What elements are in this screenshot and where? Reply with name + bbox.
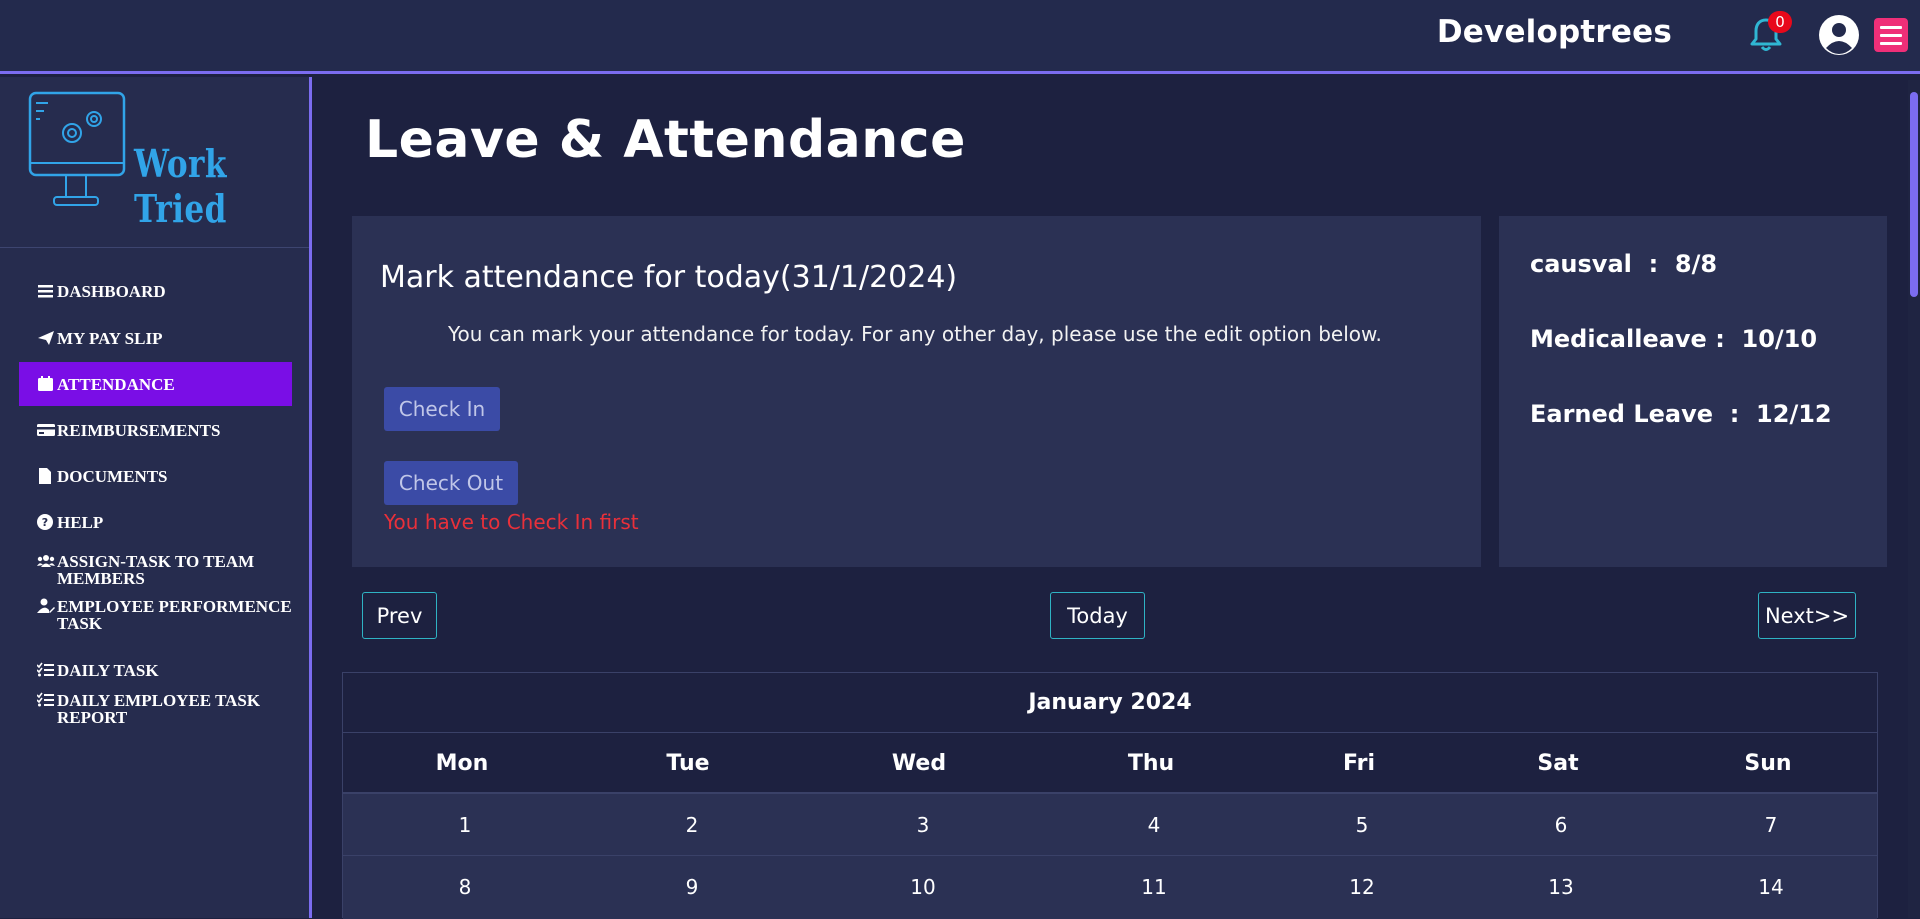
logo-text: Work Tried (134, 141, 227, 231)
sidebar-item-label: ASSIGN-TASK TO TEAM MEMBERS (57, 552, 255, 588)
leave-balance-causval: causval : 8/8 (1530, 250, 1717, 278)
calendar-week-row: 1 2 3 4 5 6 7 (343, 793, 1877, 855)
weekday-name: Thu (1127, 750, 1175, 776)
sidebar-item-help[interactable]: ? HELP (19, 514, 292, 531)
calendar-day-cell[interactable]: 5 (1356, 794, 1369, 856)
logo: Work Tried (26, 89, 286, 231)
user-edit-icon (37, 598, 55, 613)
file-icon (39, 468, 51, 484)
sidebar-item-label: HELP (57, 513, 104, 532)
weekday-name: Fri (1342, 750, 1376, 776)
svg-text:?: ? (42, 516, 48, 529)
sidebar-item-label: DAILY TASK (57, 661, 159, 680)
hamburger-menu-button[interactable] (1874, 18, 1908, 52)
leave-balance-medicalleave: Medicalleave : 10/10 (1530, 325, 1817, 353)
calendar-day-cell[interactable]: 7 (1765, 794, 1778, 856)
calendar-icon (38, 376, 53, 391)
check-out-button[interactable]: Check Out (384, 461, 518, 505)
top-bar: Developtrees 0 (0, 0, 1920, 74)
weekday-name: Sun (1744, 750, 1792, 776)
leave-separator: : (1706, 325, 1742, 353)
sidebar-item-daily-employee-task-report[interactable]: DAILY EMPLOYEE TASK REPORT (19, 692, 292, 726)
calendar-month-title: January 2024 (343, 673, 1877, 733)
sidebar-item-label: EMPLOYEE PERFORMENCE TASK (57, 597, 292, 633)
mark-attendance-description: You can mark your attendance for today. … (448, 322, 1382, 346)
weekday-name: Wed (891, 750, 947, 776)
calendar-prev-button[interactable]: Prev (362, 592, 437, 639)
sidebar-item-employee-performence-task[interactable]: EMPLOYEE PERFORMENCE TASK (19, 598, 292, 632)
calendar-day-cell[interactable]: 10 (910, 856, 935, 918)
sidebar-item-label: REIMBURSEMENTS (57, 421, 221, 440)
sidebar-item-attendance[interactable]: ATTENDANCE (19, 362, 292, 406)
calendar-day-cell[interactable]: 2 (686, 794, 699, 856)
notification-badge: 0 (1768, 11, 1792, 33)
calendar-grid: 1 2 3 4 5 6 7 8 9 10 11 12 13 14 (343, 793, 1877, 919)
check-in-button[interactable]: Check In (384, 387, 500, 431)
calendar-week-row: 8 9 10 11 12 13 14 (343, 855, 1877, 917)
company-name: Developtrees (1436, 14, 1672, 50)
leave-value: 10/10 (1741, 325, 1818, 353)
weekday-name: Sat (1537, 750, 1579, 776)
calendar-day-cell[interactable]: 3 (917, 794, 930, 856)
calendar-day-cell[interactable]: 14 (1758, 856, 1783, 918)
sidebar-item-reimbursements[interactable]: REIMBURSEMENTS (19, 422, 292, 439)
users-icon (37, 555, 55, 567)
page-title: Leave & Attendance (365, 110, 966, 170)
sidebar-item-label: DAILY EMPLOYEE TASK REPORT (57, 691, 261, 727)
calendar-day-cell[interactable]: 13 (1548, 856, 1573, 918)
credit-card-icon (37, 424, 55, 436)
user-avatar-icon[interactable] (1818, 14, 1860, 56)
calendar-weekday-header: Mon Tue Wed Thu Fri Sat Sun (343, 733, 1877, 793)
calendar-day-cell[interactable]: 8 (459, 856, 472, 918)
leave-separator: : (1631, 250, 1675, 278)
sidebar-item-daily-task[interactable]: DAILY TASK (19, 662, 292, 679)
calendar-day-cell[interactable]: 6 (1555, 794, 1568, 856)
sidebar-divider (0, 247, 309, 248)
list-check-icon (37, 692, 54, 707)
check-in-warning: You have to Check In first (384, 510, 639, 534)
calendar-today-button[interactable]: Today (1050, 592, 1145, 639)
sidebar-item-label: DASHBOARD (57, 282, 166, 301)
leave-value: 12/12 (1756, 400, 1832, 428)
calendar-day-cell[interactable]: 9 (686, 856, 699, 918)
leave-balance-earned-leave: Earned Leave : 12/12 (1530, 400, 1832, 428)
weekday-name: Tue (666, 750, 710, 776)
sidebar: Work Tried DASHBOARD MY PAY SLIP ATTENDA… (0, 77, 312, 918)
sidebar-item-label: ATTENDANCE (57, 374, 175, 394)
leave-separator: : (1713, 400, 1757, 428)
calendar-day-cell[interactable]: 1 (459, 794, 472, 856)
sidebar-item-dashboard[interactable]: DASHBOARD (19, 283, 292, 300)
bars-icon (38, 285, 53, 298)
leave-type: Medicalleave (1530, 325, 1707, 353)
leave-type: Earned Leave (1530, 400, 1714, 428)
sidebar-item-assign-task[interactable]: ASSIGN-TASK TO TEAM MEMBERS (19, 553, 292, 587)
calendar-next-button[interactable]: Next>> (1758, 592, 1856, 639)
computer-gear-icon (28, 91, 126, 206)
calendar-day-cell[interactable]: 11 (1141, 856, 1166, 918)
question-circle-icon: ? (37, 514, 53, 530)
sidebar-item-my-pay-slip[interactable]: MY PAY SLIP (19, 330, 292, 347)
attendance-calendar: January 2024 Mon Tue Wed Thu Fri Sat Sun… (342, 672, 1878, 919)
calendar-day-cell[interactable]: 12 (1349, 856, 1374, 918)
sidebar-item-label: DOCUMENTS (57, 467, 168, 486)
paper-plane-icon (38, 331, 54, 345)
calendar-day-cell[interactable]: 4 (1148, 794, 1161, 856)
leave-type: causval (1530, 250, 1632, 278)
sidebar-item-label: MY PAY SLIP (57, 329, 163, 348)
mark-attendance-title: Mark attendance for today(31/1/2024) (380, 260, 958, 295)
scrollbar-thumb[interactable] (1910, 92, 1918, 297)
weekday-name: Mon (435, 750, 489, 776)
list-check-icon (37, 662, 54, 677)
leave-value: 8/8 (1674, 250, 1718, 278)
sidebar-item-documents[interactable]: DOCUMENTS (19, 468, 292, 485)
